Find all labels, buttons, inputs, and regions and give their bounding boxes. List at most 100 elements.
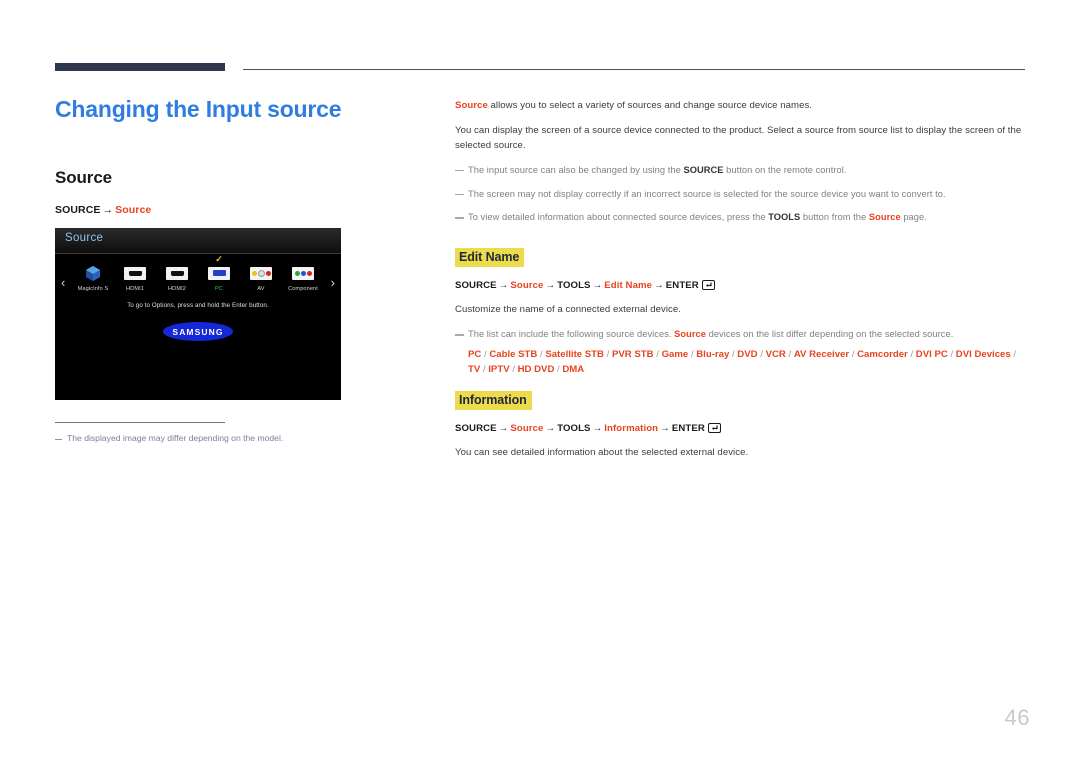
device-list-item: PC bbox=[468, 349, 482, 361]
nav-path-information: SOURCE → Source → TOOLS → Information → ENTER bbox=[455, 422, 1025, 436]
right-column: Source allows you to select a variety of… bbox=[455, 99, 1025, 471]
nav-path-step-5: ENTER bbox=[671, 422, 705, 434]
nav-path-step-4: Information bbox=[604, 422, 659, 434]
device-list-item: AV Receiver bbox=[793, 349, 850, 361]
nav-path-arrow: → bbox=[498, 422, 509, 434]
note-text-pre: The input source can also be changed by … bbox=[468, 164, 684, 175]
nav-path-source: SOURCE → Source bbox=[55, 188, 415, 216]
device-list-separator: / bbox=[1010, 349, 1017, 361]
nav-path-step-5: ENTER bbox=[665, 280, 699, 292]
note-text-red: Source bbox=[674, 329, 706, 340]
note-text-post: button on the remote control. bbox=[723, 164, 847, 175]
note-dash-icon bbox=[455, 193, 464, 196]
osd-device-component[interactable]: Component bbox=[283, 262, 323, 292]
osd-source-screenshot: Source ‹ › MagicInfo S HDMI1 HDMI2 ✓ PC … bbox=[55, 228, 341, 400]
osd-body: ‹ › MagicInfo S HDMI1 HDMI2 ✓ PC AV Comp… bbox=[55, 254, 341, 400]
device-list-separator: / bbox=[849, 349, 858, 361]
osd-device-label: HDMI1 bbox=[126, 286, 144, 292]
device-list-separator: / bbox=[653, 349, 662, 361]
nav-path-step-4: Edit Name bbox=[604, 280, 653, 292]
osd-device-hdmi2[interactable]: HDMI2 bbox=[157, 262, 197, 292]
device-list-item: Satellite STB bbox=[545, 349, 604, 361]
device-list-item: Cable STB bbox=[489, 349, 538, 361]
device-list-separator: / bbox=[947, 349, 956, 361]
nav-path-step-2: Source bbox=[510, 280, 544, 292]
osd-device-av[interactable]: AV bbox=[241, 262, 281, 292]
osd-device-label: Component bbox=[288, 286, 318, 292]
device-list-item: TV bbox=[468, 364, 481, 376]
device-list-item: DMA bbox=[562, 364, 585, 376]
subsection-title-information: Information bbox=[455, 390, 532, 410]
note-text-post: devices on the list differ depending on … bbox=[705, 329, 954, 340]
nav-path-step-3: TOOLS bbox=[557, 422, 591, 434]
osd-device-hdmi1[interactable]: HDMI1 bbox=[115, 262, 155, 292]
header-rule-thin bbox=[243, 69, 1025, 70]
note-item: To view detailed information about conne… bbox=[455, 211, 1025, 225]
left-footnote: The displayed image may differ depending… bbox=[55, 423, 355, 445]
nav-path-step-1: SOURCE bbox=[455, 422, 497, 434]
device-list-separator: / bbox=[907, 349, 916, 361]
nav-path-arrow: → bbox=[545, 422, 556, 434]
section-heading: Source bbox=[55, 167, 113, 187]
note-item: The screen may not display correctly if … bbox=[455, 188, 1025, 202]
device-list-separator: / bbox=[603, 349, 612, 361]
device-list-separator: / bbox=[757, 349, 766, 361]
osd-device-label: PC bbox=[215, 286, 223, 292]
device-list-item: Camcorder bbox=[857, 349, 908, 361]
nav-path-arrow: → bbox=[592, 280, 603, 292]
edit-name-device-list: PC / Cable STB / Satellite STB / PVR STB… bbox=[455, 348, 1025, 378]
note-text-red: Source bbox=[868, 212, 901, 223]
note-text-bold: SOURCE bbox=[683, 164, 724, 175]
osd-device-label: AV bbox=[257, 286, 265, 292]
nav-path-step-1: SOURCE bbox=[55, 203, 101, 216]
footnote-dash-icon bbox=[55, 439, 62, 440]
osd-device-list: MagicInfo S HDMI1 HDMI2 ✓ PC AV Componen… bbox=[73, 255, 323, 293]
note-text: The input source can also be changed by … bbox=[468, 164, 846, 178]
nav-path-edit-name: SOURCE → Source → TOOLS → Edit Name → ENTER bbox=[455, 280, 1025, 293]
osd-device-pc[interactable]: ✓ PC bbox=[199, 255, 239, 292]
note-text-bold: TOOLS bbox=[768, 212, 801, 223]
hdmi-connector-icon bbox=[157, 262, 197, 284]
hdmi-connector-icon bbox=[115, 262, 155, 284]
intro-keyword: Source bbox=[455, 100, 488, 111]
nav-path-arrow: → bbox=[545, 280, 556, 292]
device-list-separator: / bbox=[785, 349, 794, 361]
note-dash-icon bbox=[455, 169, 464, 172]
osd-next-arrow-icon[interactable]: › bbox=[331, 276, 335, 289]
vga-connector-icon: ✓ bbox=[199, 255, 239, 284]
intro-paragraph: Source allows you to select a variety of… bbox=[455, 99, 1025, 114]
osd-device-magicinfo-s[interactable]: MagicInfo S bbox=[73, 262, 113, 292]
edit-name-note: The list can include the following sourc… bbox=[455, 328, 1025, 342]
nav-path-arrow: → bbox=[660, 422, 670, 434]
left-footnote-text: The displayed image may differ depending… bbox=[67, 433, 284, 443]
left-column: Changing the Input source Source SOURCE →… bbox=[55, 96, 415, 216]
note-text-mid: button from the bbox=[800, 212, 869, 223]
device-list-item: VCR bbox=[765, 349, 786, 361]
page-header-rule bbox=[55, 63, 1025, 73]
note-text: The list can include the following sourc… bbox=[468, 328, 953, 342]
note-text-pre: To view detailed information about conne… bbox=[468, 212, 769, 223]
subsection-title-edit-name: Edit Name bbox=[455, 248, 525, 268]
osd-hint-text: To go to Options, press and hold the Ent… bbox=[127, 302, 269, 309]
device-list-item: IPTV bbox=[488, 364, 510, 376]
device-list-item: PVR STB bbox=[611, 349, 654, 361]
nav-path-arrow: → bbox=[592, 422, 603, 434]
nav-path-arrow-1: → bbox=[102, 203, 114, 216]
osd-header-title: Source bbox=[65, 232, 104, 244]
enter-key-icon bbox=[701, 280, 715, 293]
av-rca-connector-icon bbox=[241, 262, 281, 284]
nav-path-arrow: → bbox=[654, 280, 664, 292]
osd-selected-check-icon: ✓ bbox=[215, 254, 223, 264]
device-list-item: HD DVD bbox=[517, 364, 555, 376]
note-text: To view detailed information about conne… bbox=[468, 211, 927, 225]
component-rca-connector-icon bbox=[283, 262, 323, 284]
osd-prev-arrow-icon[interactable]: ‹ bbox=[61, 276, 65, 289]
enter-key-icon bbox=[707, 422, 721, 436]
device-list-item: DVI PC bbox=[915, 349, 948, 361]
page-number: 46 bbox=[1004, 705, 1030, 730]
header-rule-thick bbox=[55, 63, 225, 71]
device-list-separator: / bbox=[509, 364, 518, 376]
osd-header-bar: Source bbox=[55, 228, 341, 254]
osd-device-label: HDMI2 bbox=[168, 286, 186, 292]
device-list-item: Blu-ray bbox=[696, 349, 730, 361]
